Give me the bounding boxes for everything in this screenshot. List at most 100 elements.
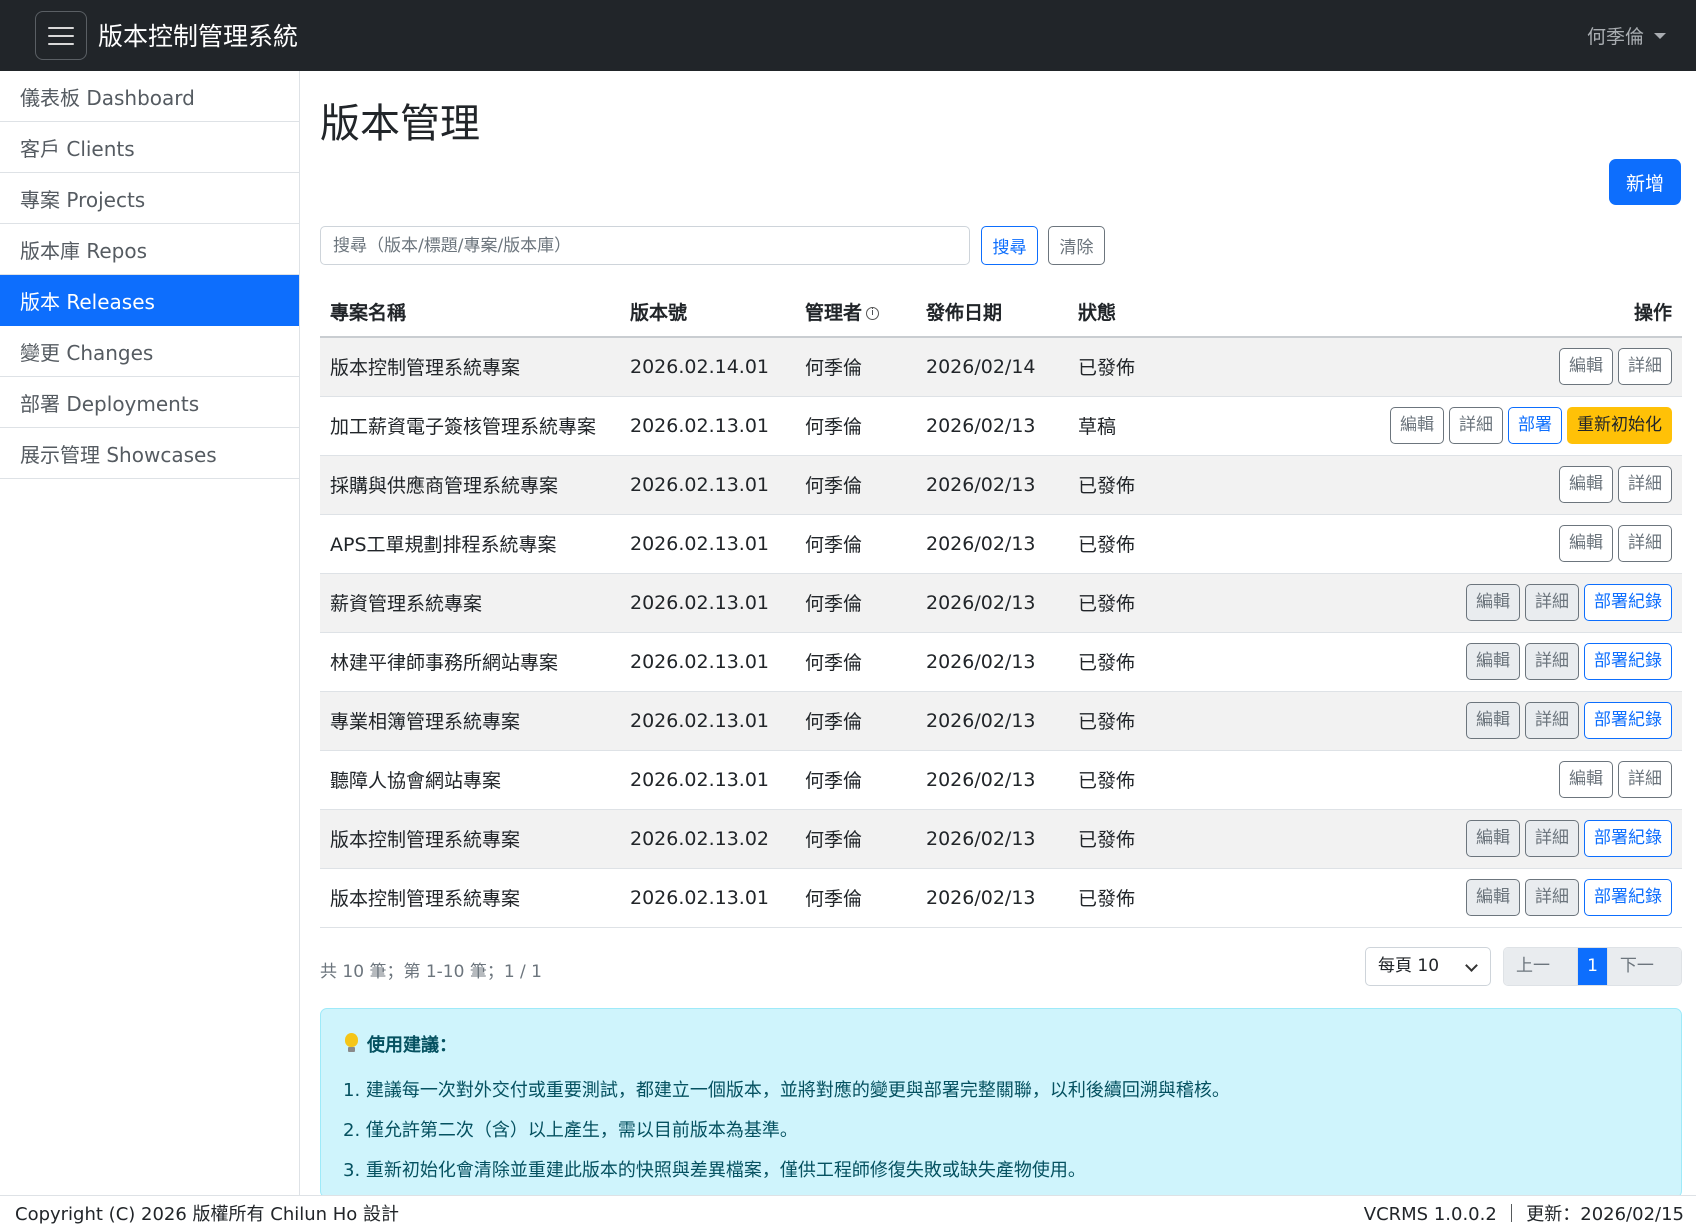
table-row: 版本控制管理系統專案 2026.02.13.02 何季倫 2026/02/13 已發佈編… [320, 809, 1682, 869]
cell-version: 2026.02.13.01 [620, 632, 795, 692]
cell-date: 2026/02/13 [916, 809, 1068, 869]
sidebar-item-repos[interactable]: 版本庫 Repos [0, 224, 299, 275]
deploy-log-button[interactable]: 部署紀錄 [1584, 643, 1672, 680]
cell-actions: 編輯 詳細 部署紀錄 [1208, 573, 1682, 633]
cell-version: 2026.02.13.01 [620, 573, 795, 633]
cell-project: 版本控制管理系統專案 [320, 868, 620, 928]
prev-page-button[interactable]: 上一頁 [1504, 948, 1578, 985]
cell-date: 2026/02/13 [916, 632, 1068, 692]
table-row: 薪資管理系統專案 2026.02.13.01 何季倫 2026/02/13 已發佈 編輯詳… [320, 573, 1682, 633]
cell-status: 已發佈 [1068, 868, 1208, 928]
edit-button[interactable]: 編輯 [1559, 525, 1613, 562]
cell-project: 版本控制管理系統專案 [320, 337, 620, 397]
detail-button[interactable]: 詳細 [1525, 584, 1579, 621]
cell-status: 已發佈 [1068, 337, 1208, 397]
next-page-button[interactable]: 下一頁 [1606, 948, 1681, 985]
hamburger-icon [48, 26, 74, 29]
cell-version: 2026.02.13.02 [620, 809, 795, 869]
sidebar-item-releases[interactable]: 版本 Releases [0, 275, 299, 326]
cell-project: 聽障人協會網站專案 [320, 750, 620, 810]
sidebar-item-showcases[interactable]: 展示管理 Showcases [0, 428, 299, 479]
add-release-button[interactable]: 新增 [1609, 159, 1681, 205]
clear-button[interactable]: 清除 [1048, 226, 1105, 265]
sidebar-item-clients[interactable]: 客戶 Clients [0, 122, 299, 173]
deploy-log-button[interactable]: 部署紀錄 [1584, 584, 1672, 621]
menu-toggle-button[interactable] [35, 11, 87, 60]
user-menu[interactable]: 何季倫 [1587, 22, 1666, 49]
cell-status: 已發佈 [1068, 632, 1208, 692]
edit-button[interactable]: 編輯 [1466, 584, 1520, 621]
edit-button[interactable]: 編輯 [1466, 702, 1520, 739]
col-header-project[interactable]: 專案名稱 [320, 287, 620, 338]
usage-tips-alert: 使用建議： 1. 建議每一次對外交付或重要測試，都建立一個版本，並將對應的變更與… [320, 1008, 1682, 1198]
table-row: 林建平律師事務所網站專案 2026.02.13.01 何季倫 2026/02/13 已發… [320, 632, 1682, 692]
cell-actions: 編輯 詳細 部署紀錄 [1208, 632, 1682, 692]
cell-manager: 何季倫 [795, 750, 916, 810]
cell-actions: 編輯 詳細 [1208, 750, 1682, 810]
deploy-log-button[interactable]: 部署紀錄 [1584, 879, 1672, 916]
cell-actions: 編輯 詳細 [1208, 455, 1682, 515]
tips-heading: 使用建議： [343, 1031, 1659, 1057]
cell-version: 2026.02.13.01 [620, 691, 795, 751]
detail-button[interactable]: 詳細 [1618, 525, 1672, 562]
cell-manager: 何季倫 [795, 573, 916, 633]
detail-button[interactable]: 詳細 [1525, 702, 1579, 739]
detail-button[interactable]: 詳細 [1618, 466, 1672, 503]
table-row: 版本控制管理系統專案 2026.02.13.01 何季倫 2026/02/13 已發佈編… [320, 868, 1682, 928]
sidebar-item-dashboard[interactable]: 儀表板 Dashboard [0, 71, 299, 122]
cell-status: 已發佈 [1068, 573, 1208, 633]
col-header-manager[interactable]: 管理者 i [795, 287, 916, 338]
version-info: VCRMS 1.0.0.2 ｜ 更新：2026/02/15 [1363, 1204, 1684, 1225]
lightbulb-icon [343, 1033, 359, 1055]
edit-button[interactable]: 編輯 [1559, 348, 1613, 386]
edit-button[interactable]: 編輯 [1466, 820, 1520, 857]
cell-status: 已發佈 [1068, 750, 1208, 810]
detail-button[interactable]: 詳細 [1449, 407, 1503, 444]
detail-button[interactable]: 詳細 [1618, 348, 1672, 386]
sidebar-item-deployments[interactable]: 部署 Deployments [0, 377, 299, 428]
detail-button[interactable]: 詳細 [1618, 761, 1672, 798]
table-row: APS工單規劃排程系統專案 2026.02.13.01 何季倫 2026/02/13 已… [320, 514, 1682, 574]
edit-button[interactable]: 編輯 [1390, 407, 1444, 444]
cell-manager: 何季倫 [795, 514, 916, 574]
cell-date: 2026/02/13 [916, 396, 1068, 456]
table-row: 專業相簿管理系統專案 2026.02.13.01 何季倫 2026/02/13 已發佈編… [320, 691, 1682, 751]
cell-date: 2026/02/13 [916, 573, 1068, 633]
cell-manager: 何季倫 [795, 868, 916, 928]
edit-button[interactable]: 編輯 [1466, 643, 1520, 680]
edit-button[interactable]: 編輯 [1466, 879, 1520, 916]
sidebar-item-projects[interactable]: 專案 Projects [0, 173, 299, 224]
reinitialize-button[interactable]: 重新初始化 [1567, 407, 1672, 444]
edit-button[interactable]: 編輯 [1559, 761, 1613, 798]
search-button[interactable]: 搜尋 [981, 226, 1038, 265]
deploy-log-button[interactable]: 部署紀錄 [1584, 702, 1672, 739]
cell-actions: 編輯 詳細 [1208, 337, 1682, 397]
sidebar-item-changes[interactable]: 變更 Changes [0, 326, 299, 377]
deploy-log-button[interactable]: 部署紀錄 [1584, 820, 1672, 857]
cell-project: 採購與供應商管理系統專案 [320, 455, 620, 515]
info-icon[interactable]: i [866, 307, 880, 320]
detail-button[interactable]: 詳細 [1525, 643, 1579, 680]
deploy-button[interactable]: 部署 [1508, 407, 1562, 444]
edit-button[interactable]: 編輯 [1559, 466, 1613, 503]
page-button-current[interactable]: 1 [1577, 948, 1607, 985]
col-header-date[interactable]: 發佈日期 [916, 287, 1068, 338]
cell-actions: 編輯 詳細 部署紀錄 [1208, 691, 1682, 751]
caret-down-icon [1654, 32, 1666, 39]
cell-manager: 何季倫 [795, 396, 916, 456]
detail-button[interactable]: 詳細 [1525, 820, 1579, 857]
cell-status: 已發佈 [1068, 455, 1208, 515]
cell-actions: 編輯 詳細 [1208, 514, 1682, 574]
col-header-version[interactable]: 版本號 [620, 287, 795, 338]
cell-status: 已發佈 [1068, 691, 1208, 751]
cell-actions: 編輯 詳細 部署紀錄 [1208, 868, 1682, 928]
search-input[interactable] [320, 226, 970, 265]
col-header-status[interactable]: 狀態 [1068, 287, 1208, 338]
pagination: 上一頁 1 下一頁 [1503, 947, 1682, 986]
page-title: 版本管理 [320, 101, 480, 147]
per-page-select[interactable]: 每頁 10 [1365, 947, 1491, 986]
detail-button[interactable]: 詳細 [1525, 879, 1579, 916]
cell-version: 2026.02.14.01 [620, 337, 795, 397]
app-title[interactable]: 版本控制管理系統 [98, 17, 298, 53]
pagination-summary: 共 10 筆；第 1-10 筆；1 / 1 [320, 962, 542, 982]
